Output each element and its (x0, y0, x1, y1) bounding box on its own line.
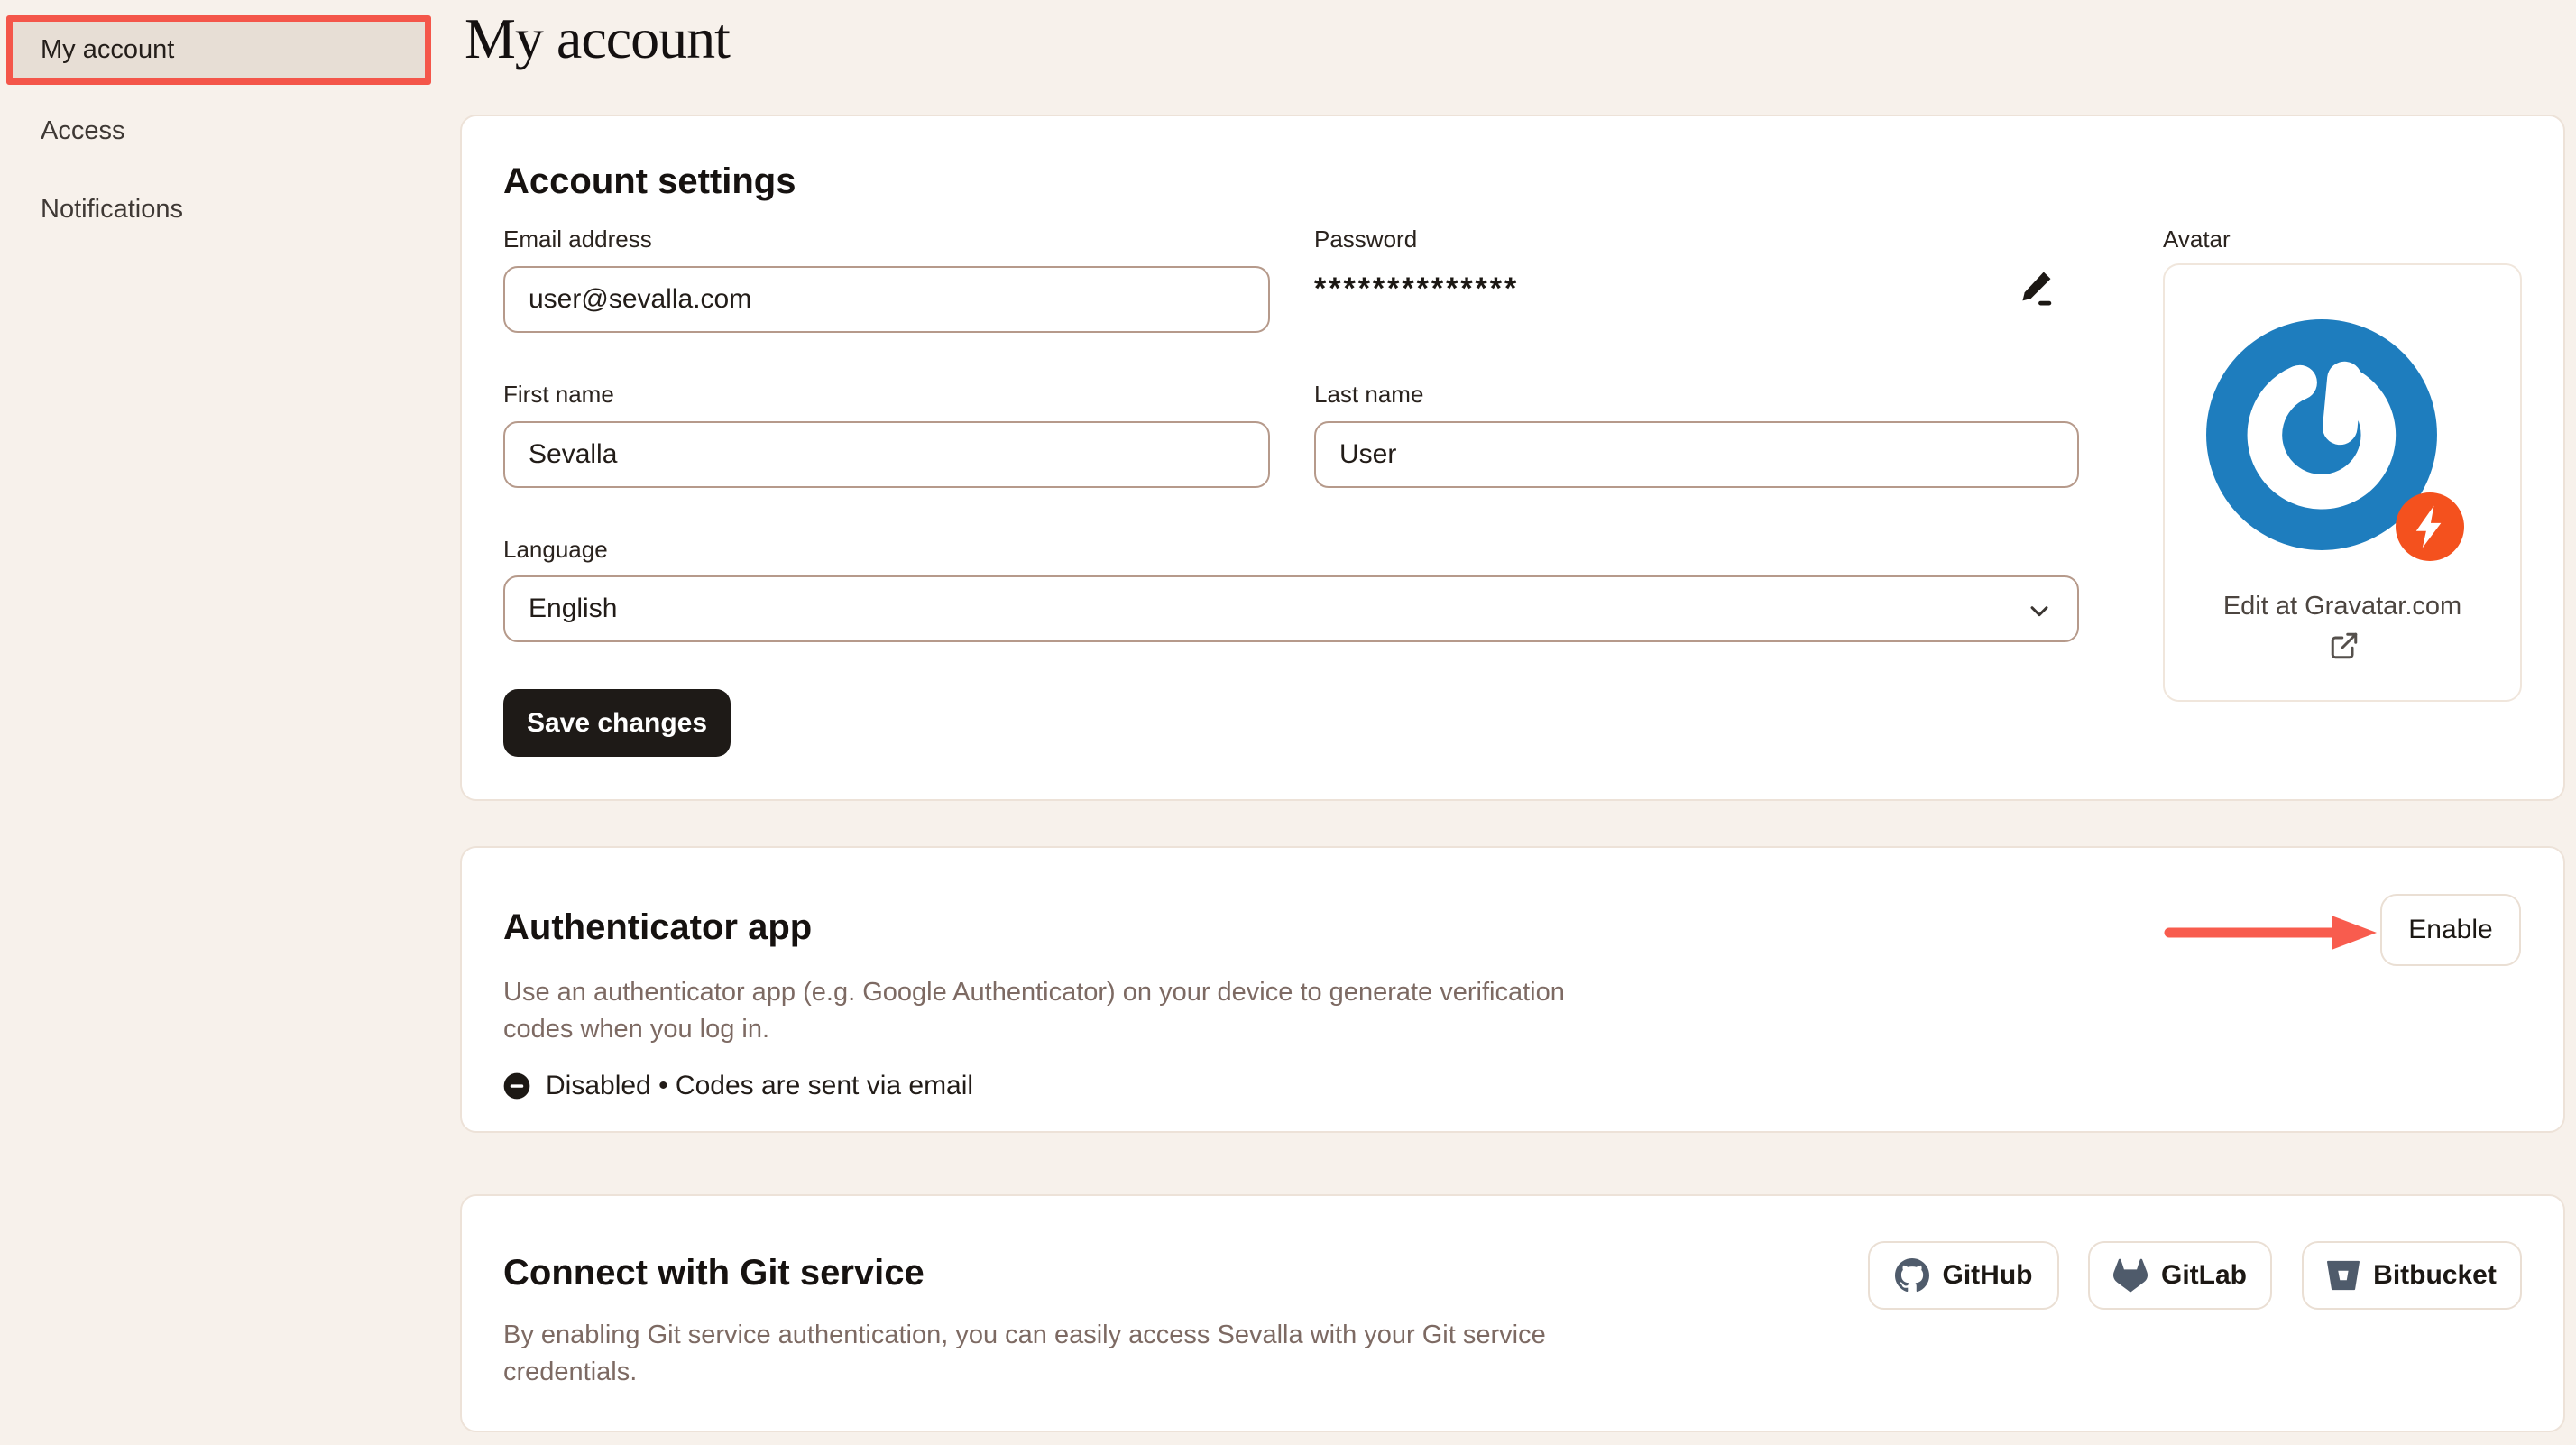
avatar-edit-link[interactable]: Edit at Gravatar.com (2165, 592, 2520, 621)
git-button-label: Bitbucket (2373, 1260, 2497, 1291)
external-link-icon[interactable] (2328, 630, 2360, 667)
connect-bitbucket-button[interactable]: Bitbucket (2302, 1241, 2522, 1310)
account-settings-title: Account settings (503, 161, 796, 201)
git-button-label: GitLab (2161, 1260, 2247, 1291)
pencil-icon[interactable] (2015, 266, 2056, 312)
lightning-badge-icon (2396, 492, 2464, 566)
last-name-label: Last name (1314, 381, 1423, 409)
account-settings-card: Account settings Email address Password … (460, 115, 2565, 801)
gitlab-icon (2113, 1258, 2148, 1293)
chevron-down-icon (2025, 596, 2054, 632)
language-select[interactable]: English (503, 575, 2079, 642)
minus-circle-icon (503, 1072, 530, 1100)
sidebar-item-my-account[interactable]: My account (6, 15, 431, 85)
first-name-label: First name (503, 381, 614, 409)
connect-github-button[interactable]: GitHub (1868, 1241, 2059, 1310)
avatar-label: Avatar (2163, 225, 2231, 253)
password-label: Password (1314, 225, 1417, 253)
password-masked-value: ************** (1314, 272, 1519, 307)
avatar-card[interactable]: Edit at Gravatar.com (2163, 263, 2522, 702)
authenticator-status-row: Disabled • Codes are sent via email (503, 1071, 973, 1101)
git-button-label: GitHub (1943, 1260, 2033, 1291)
sidebar-item-notifications[interactable]: Notifications (41, 195, 183, 225)
authenticator-status-text: Disabled • Codes are sent via email (546, 1071, 973, 1101)
bitbucket-icon (2327, 1259, 2360, 1292)
git-service-card: Connect with Git service By enabling Git… (460, 1194, 2565, 1432)
authenticator-card: Authenticator app Use an authenticator a… (460, 846, 2565, 1133)
first-name-field[interactable] (503, 421, 1270, 488)
authenticator-title: Authenticator app (503, 907, 812, 947)
email-label: Email address (503, 225, 652, 253)
sidebar-item-label: Access (41, 116, 124, 145)
git-service-description: By enabling Git service authentication, … (503, 1317, 1546, 1391)
last-name-field[interactable] (1314, 421, 2079, 488)
sidebar-item-access[interactable]: Access (41, 116, 124, 146)
enable-authenticator-button[interactable]: Enable (2380, 894, 2521, 966)
authenticator-description: Use an authenticator app (e.g. Google Au… (503, 974, 1565, 1048)
connect-gitlab-button[interactable]: GitLab (2088, 1241, 2272, 1310)
email-field[interactable] (503, 266, 1270, 333)
sidebar-item-label: Notifications (41, 195, 183, 224)
save-changes-button[interactable]: Save changes (503, 689, 731, 757)
page-title: My account (465, 5, 730, 72)
language-selected-value: English (529, 594, 617, 624)
red-arrow-annotation (2162, 913, 2378, 957)
language-label: Language (503, 536, 608, 564)
github-icon (1895, 1258, 1929, 1293)
my-account-page: My account Access Notifications My accou… (0, 0, 2576, 1445)
git-service-title: Connect with Git service (503, 1253, 925, 1293)
sidebar-item-label: My account (41, 35, 174, 65)
